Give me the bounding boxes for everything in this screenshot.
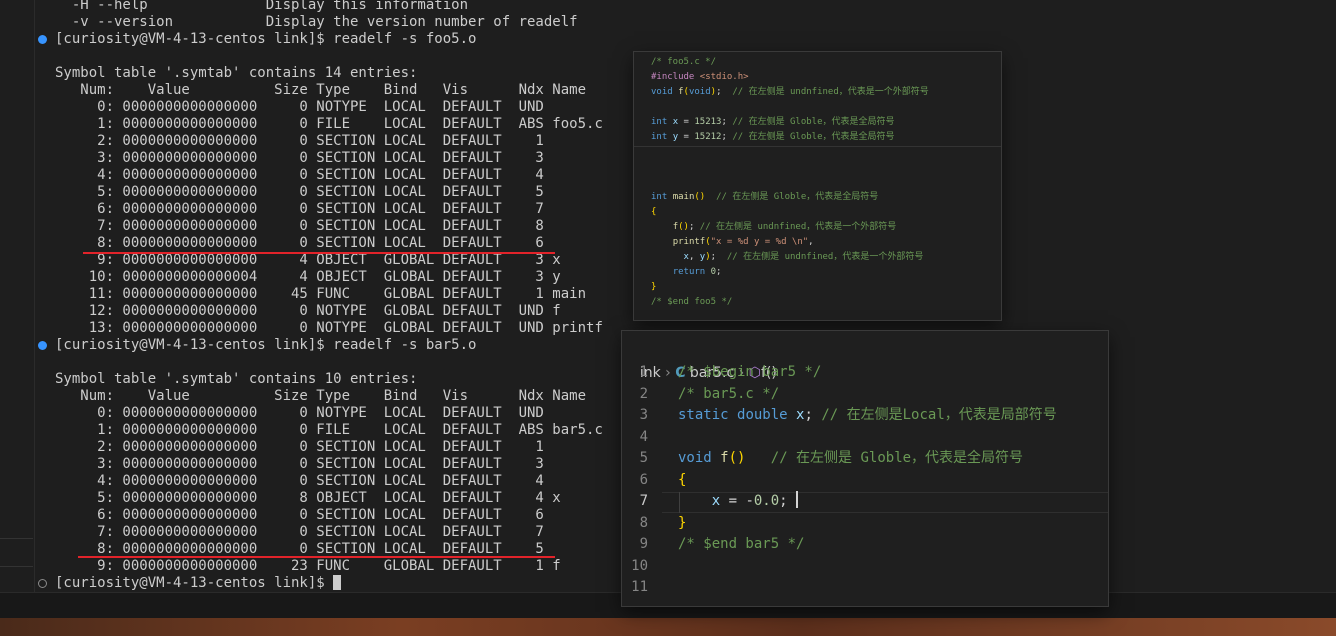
code-line[interactable]: x = -0.0; [678,491,799,513]
terminal-line: -v --version Display the version number … [55,14,578,30]
terminal-line: Num: Value Size Type Bind Vis Ndx Name [55,82,587,98]
line-number: 5 [639,450,648,466]
terminal-line: 13: 0000000000000000 0 NOTYPE GLOBAL DEF… [55,320,603,336]
terminal-line: 7: 0000000000000000 0 SECTION LOCAL DEFA… [55,524,544,540]
command-success-dot-icon[interactable] [38,341,47,350]
terminal-line: 4: 0000000000000000 0 SECTION LOCAL DEFA… [55,473,544,489]
chevron-right-icon: › [660,365,676,381]
code-line[interactable]: /* $begin bar5 */ [678,362,821,384]
terminal-line: 1: 0000000000000000 0 FILE LOCAL DEFAULT… [55,422,603,438]
terminal-prompt-line: [curiosity@VM-4-13-centos link]$ readelf… [55,31,477,47]
code-line[interactable]: } [678,513,686,535]
code-line: } [651,282,657,292]
terminal-line: 0: 0000000000000000 0 NOTYPE LOCAL DEFAU… [55,99,544,115]
terminal-line: 9: 0000000000000000 4 OBJECT GLOBAL DEFA… [55,252,561,268]
terminal-line: 0: 0000000000000000 0 NOTYPE LOCAL DEFAU… [55,405,544,421]
terminal-line: 5: 0000000000000000 0 SECTION LOCAL DEFA… [55,184,544,200]
terminal-line: 9: 0000000000000000 23 FUNC GLOBAL DEFAU… [55,558,561,574]
command-success-dot-icon[interactable] [38,35,47,44]
underline-annotation [78,556,555,558]
terminal-line: 3: 0000000000000000 0 SECTION LOCAL DEFA… [55,150,544,166]
terminal-line: Symbol table '.symtab' contains 10 entri… [55,371,418,387]
terminal-line: 6: 0000000000000000 0 SECTION LOCAL DEFA… [55,507,544,523]
line-number: 8 [639,514,648,531]
line-number: 10 [631,557,648,574]
code-line[interactable]: { [678,470,686,492]
code-line[interactable]: static double x; // 在左侧是Local，代表是局部符号 [678,405,1057,427]
terminal-line: 3: 0000000000000000 0 SECTION LOCAL DEFA… [55,456,544,472]
line-number: 3 [639,407,648,423]
line-number: 9 [639,536,648,552]
terminal-prompt-line: [curiosity@VM-4-13-centos link]$ readelf… [55,337,477,353]
code-line: /* foo5.c */ [651,57,717,67]
desktop-background [0,618,1336,636]
text-cursor [796,491,799,508]
terminal-line: 6: 0000000000000000 0 SECTION LOCAL DEFA… [55,201,544,217]
terminal-line: 8: 0000000000000000 0 SECTION LOCAL DEFA… [55,235,544,251]
terminal-line: 11: 0000000000000000 45 FUNC GLOBAL DEFA… [55,286,587,302]
sidebar-divider [0,538,33,539]
foo5-code-screenshot: /* foo5.c */ #include <stdio.h> void f(voi… [634,52,1001,320]
line-number: 4 [639,428,648,445]
terminal-cursor [333,575,342,590]
code-line: f(); // 在左侧是 undnfined，代表是一个外部符号 [672,222,897,232]
line-highlight-divider [634,146,1001,147]
code-line: printf("x = %d y = %d \n", [672,237,814,247]
line-number: 11 [631,579,648,595]
code-line: #include <stdio.h> [651,72,749,82]
code-line: { [651,207,657,217]
line-number: 2 [639,385,648,402]
terminal-prompt-line: [curiosity@VM-4-13-centos link]$ [55,575,342,592]
terminal-line: 12: 0000000000000000 0 NOTYPE GLOBAL DEF… [55,303,561,319]
breadcrumb[interactable]: ink › C bar5.c › ⬡f() [622,337,777,381]
code-line: int main() // 在左侧是 Globle，代表是全局符号 [651,192,879,202]
bar5-editor[interactable]: ink › C bar5.c › ⬡f() 1 /* $begin bar5 */… [622,331,1108,606]
line-number: 1 [639,364,648,380]
code-line[interactable]: /* bar5.c */ [678,384,779,406]
underline-annotation [83,252,555,254]
terminal-gutter-divider [34,0,35,592]
line-number: 7 [639,493,648,509]
terminal-line: -H --help Display this information [55,0,469,13]
terminal-line: 10: 0000000000000004 4 OBJECT GLOBAL DEF… [55,269,561,285]
code-line: x, y); // 在左侧是 undnfined，代表是一个外部符号 [683,252,924,262]
terminal-line: 1: 0000000000000000 0 FILE LOCAL DEFAULT… [55,116,603,132]
terminal-line: Num: Value Size Type Bind Vis Ndx Name [55,388,587,404]
terminal-line: Symbol table '.symtab' contains 14 entri… [55,65,418,81]
code-line: int y = 15212; // 在左侧是 Globle，代表是全局符号 [651,132,895,142]
command-pending-dot-icon[interactable] [38,579,47,588]
code-line: return 0; [672,267,722,277]
code-line: /* $end foo5 */ [651,297,733,307]
line-number: 6 [639,471,648,488]
terminal-line: 5: 0000000000000000 8 OBJECT LOCAL DEFAU… [55,490,561,506]
code-line: int x = 15213; // 在左侧是 Globle，代表是全局符号 [651,117,895,127]
sidebar-divider [0,566,33,567]
code-line[interactable]: /* $end bar5 */ [678,534,804,556]
terminal-line: 7: 0000000000000000 0 SECTION LOCAL DEFA… [55,218,544,234]
code-line: void f(void); // 在左侧是 undnfined，代表是一个外部符… [651,87,929,97]
code-line[interactable]: void f() // 在左侧是 Globle，代表是全局符号 [678,448,1023,470]
terminal-line: 2: 0000000000000000 0 SECTION LOCAL DEFA… [55,439,544,455]
terminal-line: 4: 0000000000000000 0 SECTION LOCAL DEFA… [55,167,544,183]
terminal-line: 2: 0000000000000000 0 SECTION LOCAL DEFA… [55,133,544,149]
